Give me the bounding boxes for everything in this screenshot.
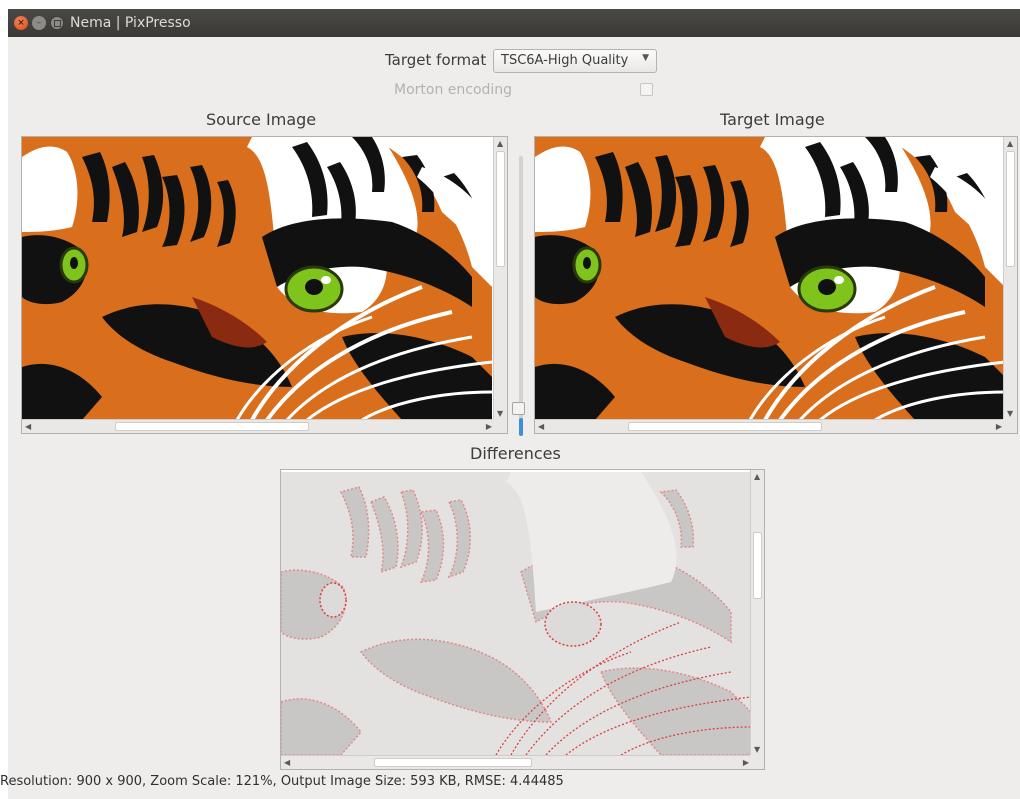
target-image-title: Target Image	[720, 110, 825, 129]
scroll-down-icon[interactable]: ▼	[497, 410, 503, 418]
target-horizontal-scrollbar[interactable]: ◀ ▶	[535, 419, 1005, 433]
close-icon[interactable]: ×	[14, 16, 28, 30]
scroll-corner	[750, 755, 764, 769]
source-image-title: Source Image	[206, 110, 317, 129]
scroll-down-icon[interactable]: ▼	[1007, 410, 1013, 418]
scroll-up-icon[interactable]: ▲	[1007, 140, 1013, 148]
differences-title: Differences	[470, 444, 561, 463]
morton-encoding-checkbox[interactable]	[640, 83, 653, 96]
differences-vertical-scrollbar[interactable]: ▲ ▼	[750, 470, 764, 757]
differences-horizontal-scrollbar[interactable]: ◀ ▶	[281, 755, 752, 769]
morton-encoding-label: Morton encoding	[394, 82, 513, 98]
maximize-icon[interactable]	[50, 16, 64, 30]
scroll-left-icon[interactable]: ◀	[25, 423, 31, 431]
target-vscroll-thumb[interactable]	[1006, 151, 1015, 267]
scroll-left-icon[interactable]: ◀	[538, 423, 544, 431]
target-format-dropdown[interactable]: TSC6A-High Quality ▼	[493, 49, 657, 73]
target-image	[535, 137, 1005, 420]
source-hscroll-thumb[interactable]	[115, 422, 309, 431]
minimize-icon[interactable]: –	[32, 16, 46, 30]
title-bar: × – Nema | PixPresso	[8, 9, 1020, 37]
zoom-slider-track[interactable]	[519, 156, 523, 436]
scroll-right-icon[interactable]: ▶	[996, 423, 1002, 431]
scroll-corner	[1003, 419, 1017, 433]
differences-hscroll-thumb[interactable]	[374, 758, 532, 767]
zoom-slider-fill	[519, 418, 523, 436]
differences-image	[281, 470, 751, 757]
scroll-corner	[493, 419, 507, 433]
scroll-right-icon[interactable]: ▶	[743, 759, 749, 767]
source-vscroll-thumb[interactable]	[496, 151, 505, 267]
scroll-up-icon[interactable]: ▲	[497, 140, 503, 148]
scroll-right-icon[interactable]: ▶	[486, 423, 492, 431]
app-window: × – Nema | PixPresso Target format TSC6A…	[8, 9, 1020, 799]
scroll-down-icon[interactable]: ▼	[754, 746, 760, 754]
source-image	[22, 137, 492, 420]
differences-view[interactable]: ▲ ▼ ◀ ▶	[280, 469, 765, 770]
scroll-up-icon[interactable]: ▲	[754, 473, 760, 481]
target-format-value: TSC6A-High Quality	[501, 53, 629, 68]
source-image-view[interactable]: ▲ ▼ ◀ ▶	[21, 136, 508, 434]
window-title: Nema | PixPresso	[70, 15, 191, 31]
target-image-view[interactable]: ▲ ▼ ◀ ▶	[534, 136, 1018, 434]
target-format-label: Target format	[385, 51, 487, 69]
status-bar: Resolution: 900 x 900, Zoom Scale: 121%,…	[0, 774, 564, 789]
chevron-down-icon: ▼	[642, 53, 649, 63]
zoom-slider-handle[interactable]	[512, 402, 525, 415]
source-vertical-scrollbar[interactable]: ▲ ▼	[493, 137, 507, 421]
scroll-left-icon[interactable]: ◀	[284, 759, 290, 767]
differences-vscroll-thumb[interactable]	[753, 532, 762, 599]
target-hscroll-thumb[interactable]	[628, 422, 822, 431]
source-horizontal-scrollbar[interactable]: ◀ ▶	[22, 419, 495, 433]
target-vertical-scrollbar[interactable]: ▲ ▼	[1003, 137, 1017, 421]
